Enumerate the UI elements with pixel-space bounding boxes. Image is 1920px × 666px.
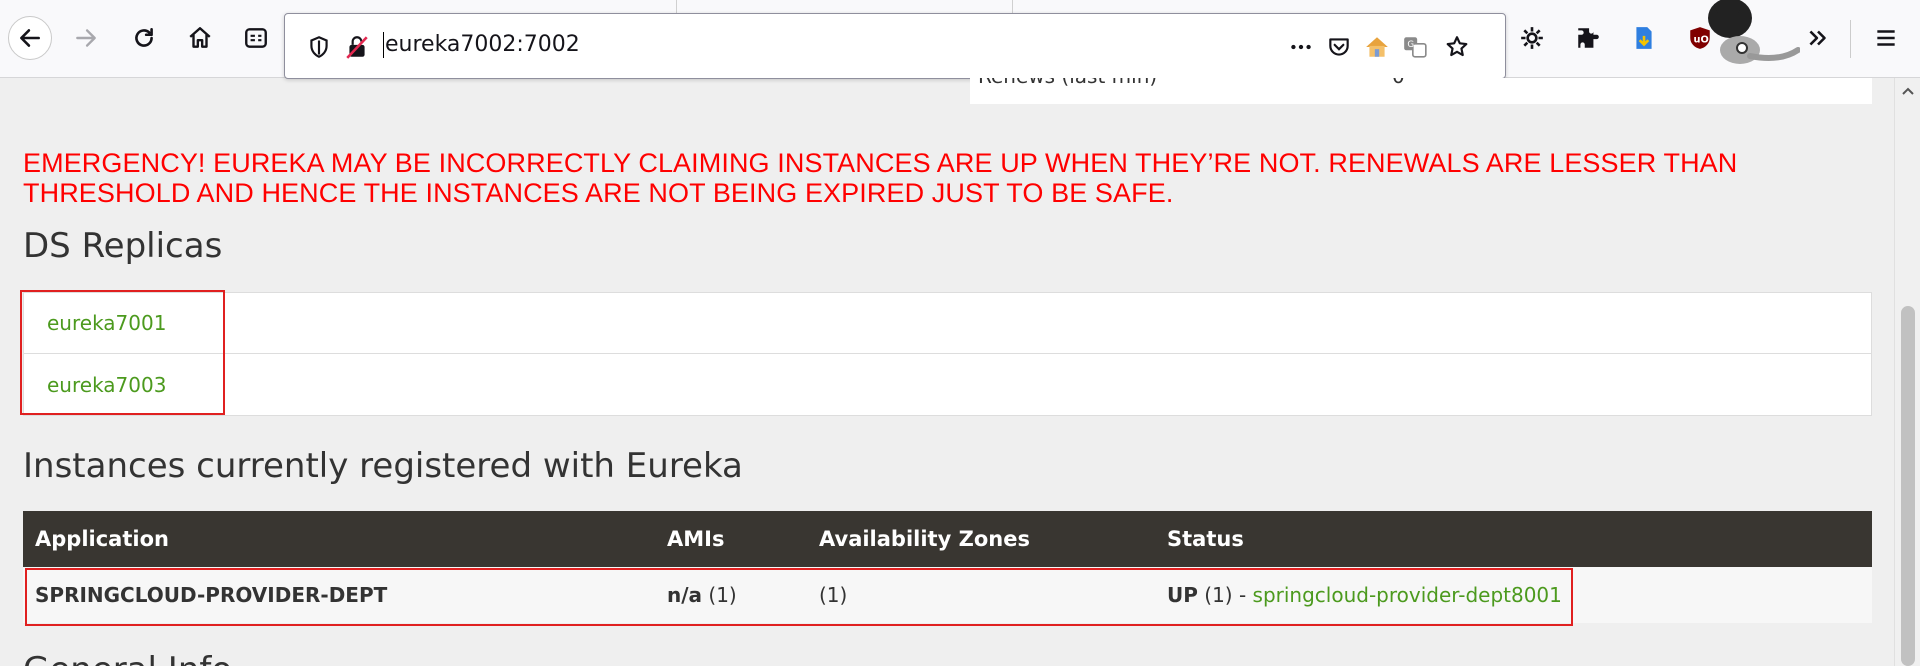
emergency-line-2: THRESHOLD AND HENCE THE INSTANCES ARE NO… xyxy=(23,178,1174,208)
extensions-icon xyxy=(1578,28,1599,48)
page-scrollbar[interactable] xyxy=(1894,78,1920,666)
back-icon xyxy=(20,29,40,47)
url-bar[interactable]: eureka7002:7002 G xyxy=(284,13,1506,79)
pocket-icon[interactable] xyxy=(1323,31,1355,63)
column-header-amis: AMIs xyxy=(667,527,725,551)
insecure-lock-icon[interactable] xyxy=(341,31,373,63)
shield-icon[interactable] xyxy=(303,31,335,63)
more-icon[interactable] xyxy=(1285,31,1317,63)
replica-row: eureka7003 xyxy=(24,354,1871,415)
overflow-button[interactable] xyxy=(1796,16,1840,60)
home-extension-icon[interactable] xyxy=(1361,31,1393,63)
forward-button[interactable] xyxy=(64,16,108,60)
renews-label: Renews (last min) xyxy=(978,78,1157,88)
emergency-line-1: EMERGENCY! EUREKA MAY BE INCORRECTLY CLA… xyxy=(23,148,1738,178)
column-header-status: Status xyxy=(1167,527,1244,551)
tab-divider xyxy=(676,0,677,14)
bookmark-star-icon[interactable] xyxy=(1441,31,1473,63)
toolbar-divider xyxy=(1850,20,1851,58)
cat-extension-icon[interactable] xyxy=(1690,0,1800,70)
scroll-thumb[interactable] xyxy=(1901,306,1915,666)
reload-button[interactable] xyxy=(122,16,166,60)
translate-icon[interactable]: G xyxy=(1399,31,1431,63)
replica-row: eureka7001 xyxy=(24,293,1871,354)
download-file-icon xyxy=(1636,27,1652,49)
table-header: Application AMIs Availability Zones Stat… xyxy=(23,511,1872,567)
menu-button[interactable] xyxy=(1864,16,1908,60)
menu-icon xyxy=(1877,30,1895,46)
svg-text:G: G xyxy=(1407,40,1414,50)
url-input[interactable]: eureka7002:7002 xyxy=(385,32,580,57)
reader-view-icon xyxy=(245,28,267,48)
renews-value: 0 xyxy=(1392,78,1405,88)
general-info-heading: General Info xyxy=(23,650,232,666)
page-content: Renews (last min) 0 EMERGENCY! EUREKA MA… xyxy=(0,78,1894,666)
settings-icon xyxy=(1521,27,1543,49)
forward-icon xyxy=(76,29,96,47)
overflow-icon xyxy=(1809,30,1826,46)
scroll-up-icon[interactable] xyxy=(1901,84,1915,98)
tab-divider xyxy=(1012,0,1013,14)
highlight-box-instance xyxy=(25,568,1573,626)
emergency-warning: EMERGENCY! EUREKA MAY BE INCORRECTLY CLA… xyxy=(23,148,1863,208)
replicas-list: eureka7001 eureka7003 xyxy=(23,292,1872,416)
download-file-button[interactable] xyxy=(1622,16,1666,60)
settings-button[interactable] xyxy=(1510,16,1554,60)
browser-toolbar: eureka7002:7002 G uO xyxy=(0,0,1920,79)
highlight-box-replicas xyxy=(20,290,225,415)
home-icon xyxy=(189,27,211,48)
home-button[interactable] xyxy=(178,16,222,60)
column-header-zones: Availability Zones xyxy=(819,527,1030,551)
ds-replicas-heading: DS Replicas xyxy=(23,226,223,266)
reader-view-button[interactable] xyxy=(234,16,278,60)
back-button[interactable] xyxy=(8,16,52,60)
text-cursor xyxy=(383,32,384,58)
column-header-application: Application xyxy=(35,527,169,551)
extensions-button[interactable] xyxy=(1566,16,1610,60)
instances-heading: Instances currently registered with Eure… xyxy=(23,446,743,486)
reload-icon xyxy=(135,28,153,47)
renews-row: Renews (last min) 0 xyxy=(970,78,1872,104)
